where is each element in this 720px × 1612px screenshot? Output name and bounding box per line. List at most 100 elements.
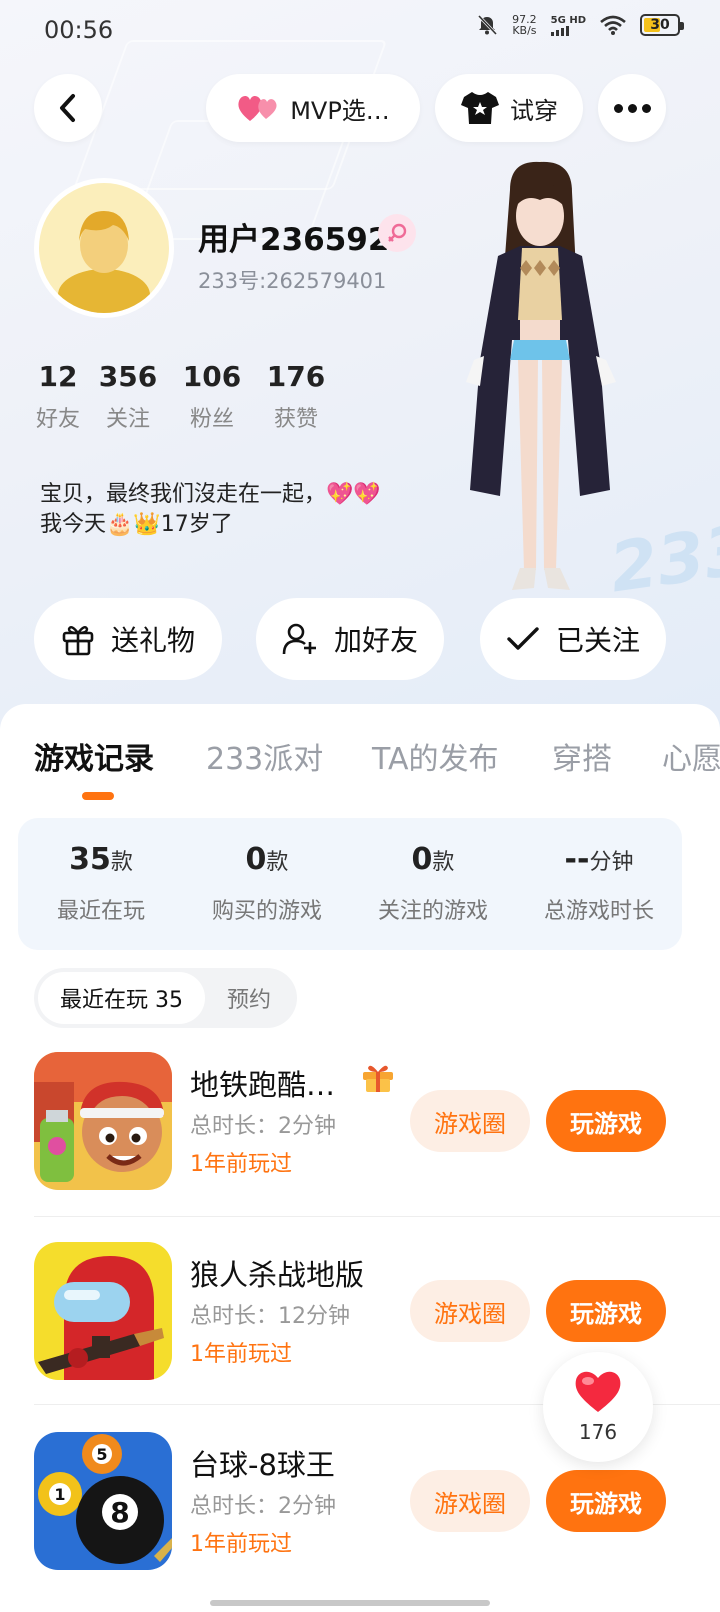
game-duration: 总时长：12分钟: [190, 1304, 350, 1329]
heart-icon: [543, 1368, 653, 1418]
stat-label: 获赞: [273, 407, 318, 432]
add-friend-icon: [282, 623, 316, 655]
bio-line: 宝贝，最终我们沒走在一起，💖💖: [40, 482, 381, 507]
username: 用户236592: [198, 222, 390, 258]
check-icon: [507, 627, 539, 650]
summary-value: --: [564, 842, 590, 877]
profile-stats: 12 好友 356 关注 106 粉丝 176 获赞: [30, 360, 338, 433]
battery-icon: 30: [640, 14, 684, 36]
summary-label: 最近在玩: [56, 899, 145, 924]
stat-following[interactable]: 356 关注: [86, 360, 170, 433]
more-button[interactable]: [598, 74, 666, 142]
tab-wishes[interactable]: 心愿: [662, 734, 720, 778]
gift-box-icon[interactable]: [360, 1060, 396, 1102]
summary-purchased[interactable]: 0款 购买的游戏: [184, 818, 350, 950]
like-count: 176: [578, 1420, 618, 1444]
game-circle-button[interactable]: 游戏圈: [410, 1280, 530, 1342]
game-name: 狼人杀战地版: [190, 1258, 365, 1292]
net-speed: 97.2 KB/s: [512, 14, 537, 36]
mvp-label: MVP选…: [290, 96, 390, 125]
stat-value: 176: [266, 360, 326, 393]
game-item[interactable]: 地铁跑酷… 总时长：2分钟 1年前玩过 游戏圈 玩游戏: [34, 1052, 704, 1192]
summary-followed[interactable]: 0款 关注的游戏: [350, 818, 516, 950]
divider: [34, 1216, 720, 1217]
summary-unit: 分钟: [589, 850, 634, 875]
game-name: 地铁跑酷…: [190, 1068, 336, 1102]
default-avatar-icon: [39, 183, 169, 313]
summary-label: 购买的游戏: [211, 899, 322, 924]
game-duration: 总时长：2分钟: [190, 1114, 336, 1139]
svg-text:1: 1: [54, 1485, 65, 1504]
game-duration: 总时长：2分钟: [190, 1494, 336, 1519]
cell-signal: 5G HD: [550, 14, 586, 36]
send-gift-button[interactable]: 送礼物: [34, 598, 222, 680]
status-time: 00:56: [44, 16, 114, 44]
summary-recent[interactable]: 35款 最近在玩: [18, 818, 184, 950]
summary-unit: 款: [110, 850, 133, 875]
subway-surfers-icon: [34, 1052, 172, 1190]
summary-value: 0: [245, 842, 267, 877]
back-arrow-icon: [60, 94, 75, 122]
play-game-button[interactable]: 玩游戏: [546, 1090, 666, 1152]
status-bar: 00:56 97.2 KB/s 5G HD 30: [0, 0, 720, 62]
stat-likes[interactable]: 176 获赞: [254, 360, 338, 433]
summary-total-time[interactable]: --分钟 总游戏时长: [516, 818, 682, 950]
signal-bars-icon: [550, 25, 586, 36]
followed-button[interactable]: 已关注: [480, 598, 666, 680]
add-friend-button[interactable]: 加好友: [256, 598, 444, 680]
bio-line: 我今天🎂👑17岁了: [40, 512, 233, 537]
stat-value: 12: [38, 360, 78, 393]
game-name: 台球-8球王: [190, 1448, 335, 1482]
stat-friends[interactable]: 12 好友: [30, 360, 86, 433]
game-last-played: 1年前玩过: [190, 1342, 292, 1367]
network-type: 5G HD: [550, 14, 586, 26]
try-on-label: 试穿: [510, 96, 558, 125]
play-game-button[interactable]: 玩游戏: [546, 1470, 666, 1532]
avatar[interactable]: [34, 178, 174, 318]
try-on-button[interactable]: 试穿: [435, 74, 583, 142]
tab-outfits[interactable]: 穿搭: [552, 734, 612, 778]
more-dots-icon: [613, 103, 623, 113]
followed-label: 已关注: [555, 624, 640, 657]
stat-value: 356: [98, 360, 158, 393]
bio: 宝贝，最终我们沒走在一起，💖💖 我今天🎂👑17岁了: [40, 480, 381, 540]
svg-text:5: 5: [96, 1445, 107, 1464]
game-subtabs: 最近在玩 35 预约: [34, 968, 298, 1028]
tab-233-party[interactable]: 233派对: [206, 734, 323, 778]
summary-value: 0: [411, 842, 433, 877]
stat-fans[interactable]: 106 粉丝: [170, 360, 254, 433]
wifi-icon: [600, 15, 626, 35]
stat-label: 好友: [35, 407, 80, 432]
game-circle-button[interactable]: 游戏圈: [410, 1470, 530, 1532]
battery-level: 30: [650, 17, 670, 33]
svg-text:8: 8: [110, 1496, 129, 1529]
like-button[interactable]: 176: [543, 1352, 653, 1462]
mute-bell-icon: [478, 14, 498, 36]
hearts-icon: [238, 95, 277, 121]
status-icons: 97.2 KB/s 5G HD 30: [476, 14, 684, 36]
stat-label: 关注: [105, 407, 150, 432]
tab-ta-posts[interactable]: TA的发布: [372, 734, 499, 778]
female-icon: [378, 214, 416, 252]
tab-game-records[interactable]: 游戏记录: [34, 734, 154, 778]
send-gift-label: 送礼物: [110, 624, 195, 657]
tab-indicator: [82, 792, 114, 800]
werewolf-battle-icon: [34, 1242, 172, 1380]
tshirt-icon: [461, 92, 499, 124]
mvp-button[interactable]: MVP选…: [206, 74, 420, 142]
game-summary: 35款 最近在玩 0款 购买的游戏 0款 关注的游戏 --分钟 总游戏时长: [18, 818, 682, 950]
summary-label: 总游戏时长: [543, 899, 654, 924]
back-button[interactable]: [34, 74, 102, 142]
subtab-recent[interactable]: 最近在玩 35: [38, 972, 205, 1024]
summary-unit: 款: [266, 850, 289, 875]
stat-value: 106: [182, 360, 242, 393]
game-circle-button[interactable]: 游戏圈: [410, 1090, 530, 1152]
user-id: 233号:262579401: [198, 269, 387, 293]
play-game-button[interactable]: 玩游戏: [546, 1280, 666, 1342]
billiards-8-ball-icon: 5 1 8: [34, 1432, 172, 1570]
net-speed-unit: KB/s: [512, 24, 537, 37]
summary-value: 35: [69, 842, 111, 877]
home-indicator[interactable]: [210, 1600, 490, 1606]
subtab-reserve[interactable]: 预约: [205, 972, 293, 1024]
game-last-played: 1年前玩过: [190, 1532, 292, 1557]
